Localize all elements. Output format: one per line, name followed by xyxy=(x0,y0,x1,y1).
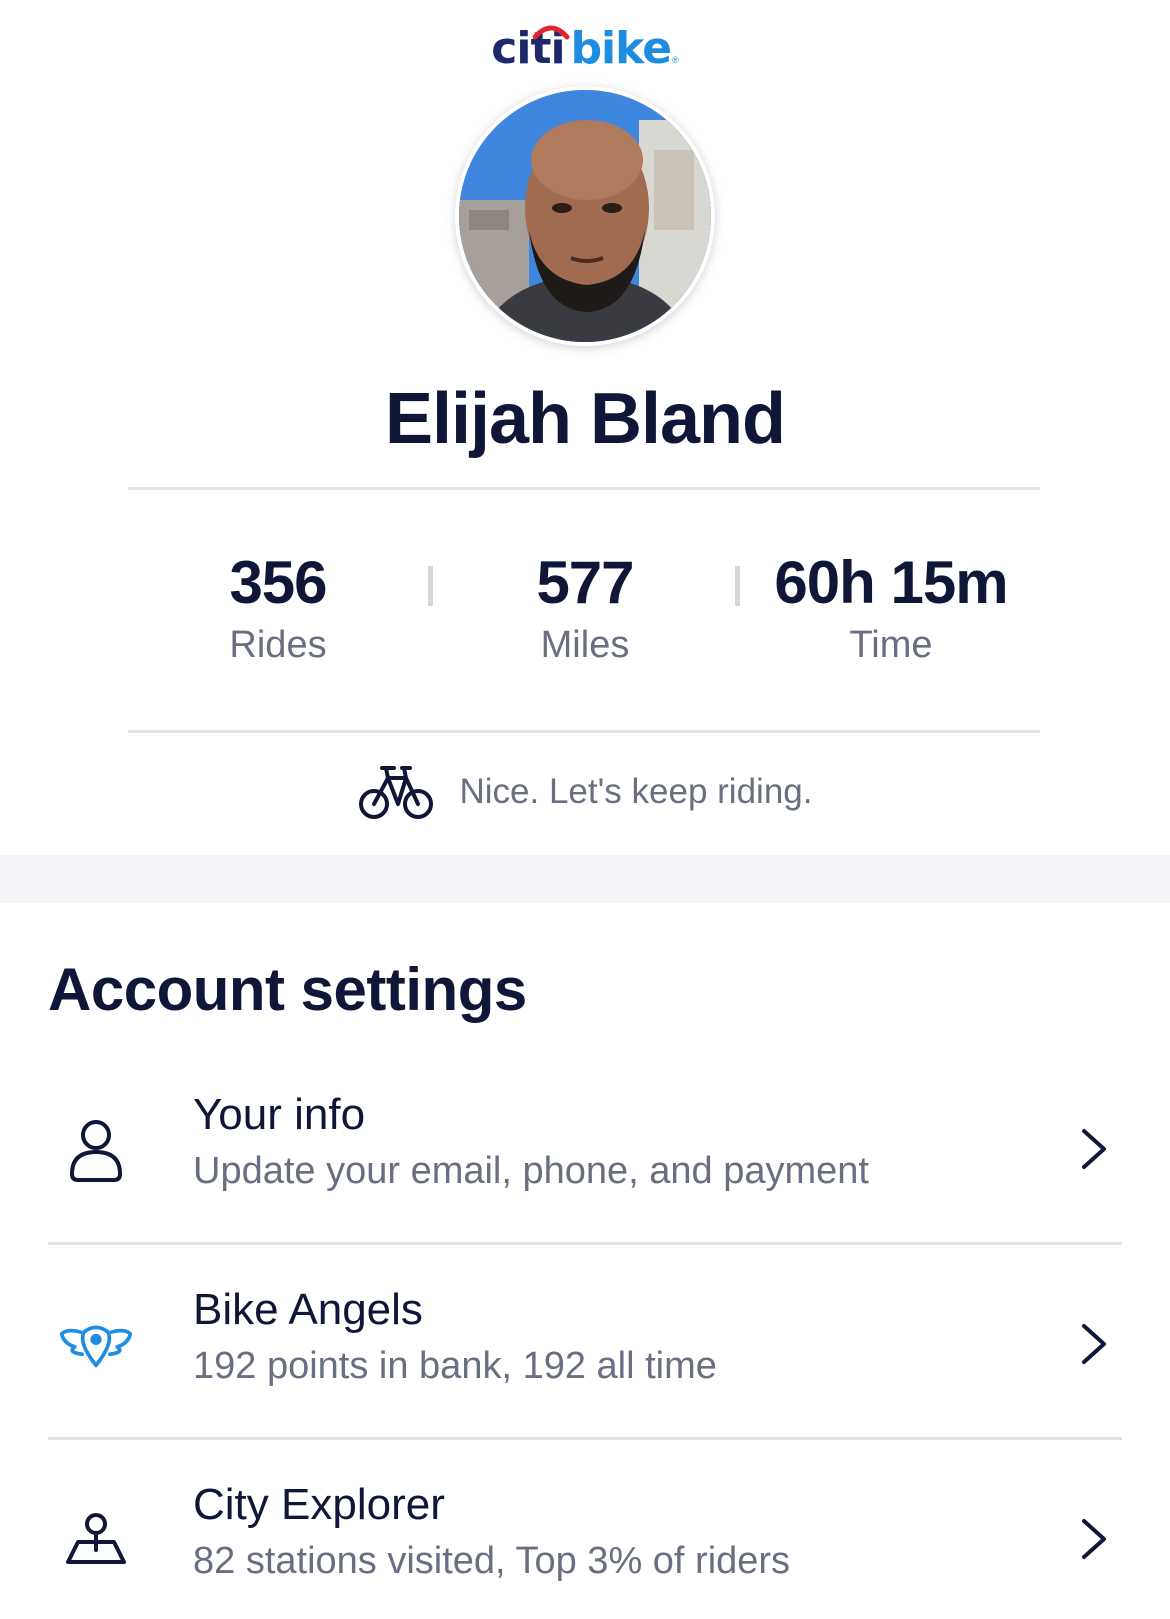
chevron-right-icon xyxy=(1082,1324,1106,1364)
settings-row-bike-angels[interactable]: Bike Angels 192 points in bank, 192 all … xyxy=(0,1245,1170,1440)
avatar-photo xyxy=(459,90,711,342)
bike-angels-icon xyxy=(58,1307,134,1383)
stat-value: 577 xyxy=(536,549,634,616)
settings-row-city-explorer[interactable]: City Explorer 82 stations visited, Top 3… xyxy=(0,1440,1170,1619)
city-explorer-pin-icon xyxy=(58,1502,134,1578)
chevron-right-icon xyxy=(1082,1129,1106,1169)
stat-value: 356 xyxy=(229,549,327,616)
stat-value: 60h 15m xyxy=(774,549,1008,616)
stat-miles: 577 Miles xyxy=(435,548,735,670)
user-name: Elijah Bland xyxy=(384,379,786,459)
profile-screen: citi bike ® Elijah Bland 356 Rides 577 M… xyxy=(0,0,1170,1619)
section-separator-band xyxy=(0,855,1170,903)
stat-separator xyxy=(735,566,740,606)
divider-bottom xyxy=(128,730,1040,733)
bicycle-icon xyxy=(358,766,433,819)
citi-bike-logo: citi bike ® xyxy=(0,14,1170,74)
stat-label: Miles xyxy=(540,624,630,666)
row-title: Bike Angels xyxy=(193,1285,423,1334)
stat-rides: 356 Rides xyxy=(128,548,428,670)
stat-separator xyxy=(428,566,433,606)
settings-row-your-info[interactable]: Your info Update your email, phone, and … xyxy=(0,1050,1170,1245)
row-title: Your info xyxy=(193,1090,366,1139)
stat-label: Rides xyxy=(229,624,327,666)
logo-bike-text: bike xyxy=(570,23,672,74)
row-title: City Explorer xyxy=(193,1480,445,1529)
row-subtitle: 82 stations visited, Top 3% of riders xyxy=(193,1540,791,1582)
logo-trademark: ® xyxy=(672,55,679,65)
account-settings-title: Account settings xyxy=(48,956,527,1023)
stat-time: 60h 15m Time xyxy=(741,548,1041,670)
row-subtitle: Update your email, phone, and payment xyxy=(193,1150,869,1192)
divider-top xyxy=(128,487,1040,490)
chevron-right-icon xyxy=(1082,1519,1106,1559)
encouragement: Nice. Let's keep riding. xyxy=(0,762,1170,822)
person-icon xyxy=(58,1112,134,1188)
encouragement-text: Nice. Let's keep riding. xyxy=(459,772,813,811)
row-subtitle: 192 points in bank, 192 all time xyxy=(193,1345,717,1387)
citi-arc-icon xyxy=(532,25,570,40)
avatar[interactable] xyxy=(455,86,715,346)
stat-label: Time xyxy=(849,624,933,666)
